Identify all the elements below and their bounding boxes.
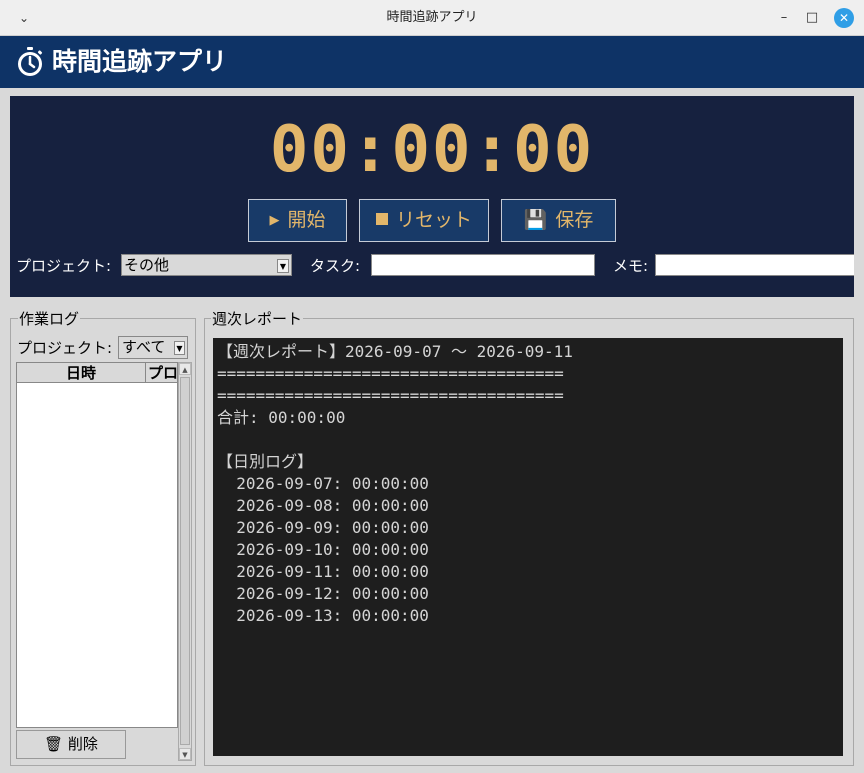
report-line: 2026-09-10: 00:00:00 (217, 540, 429, 559)
stop-icon (375, 213, 388, 225)
memo-label: メモ: (613, 257, 649, 275)
report-line: 【日別ログ】 (217, 452, 314, 471)
work-log-table[interactable]: 日時 プロ (16, 362, 178, 728)
window-titlebar: ⌄ 時間追跡アプリ – □ ✕ (0, 0, 864, 36)
chevron-down-icon[interactable]: ▼ (277, 259, 289, 273)
column-header-datetime[interactable]: 日時 (17, 363, 146, 383)
close-button[interactable]: ✕ (834, 8, 854, 28)
window-title: 時間追跡アプリ (386, 10, 478, 25)
stopwatch-icon (18, 47, 43, 76)
scroll-down-icon[interactable]: ▼ (179, 748, 191, 760)
project-label: プロジェクト: (16, 257, 112, 275)
report-line: 2026-09-08: 00:00:00 (217, 496, 429, 515)
project-select[interactable]: その他 ▼ (121, 254, 292, 276)
timer-panel: 00:00:00 ▶ 開始 リセット 💾 保存 プロジェクト: その他 ▼ タスク:… (10, 96, 854, 297)
report-line: 合計: 00:00:00 (217, 408, 346, 427)
work-log-scrollbar[interactable]: ▲ ▼ (178, 362, 192, 761)
weekly-report-text[interactable]: 【週次レポート】2026-09-07 ～ 2026-09-11 ========… (213, 338, 843, 756)
minimize-button[interactable]: – (774, 8, 794, 28)
scroll-up-icon[interactable]: ▲ (179, 363, 191, 375)
report-line: 2026-09-07: 00:00:00 (217, 474, 429, 493)
log-project-label: プロジェクト: (17, 339, 113, 357)
scrollbar-thumb[interactable] (180, 377, 190, 745)
timer-display: 00:00:00 (269, 113, 595, 187)
memo-input[interactable] (655, 254, 854, 276)
log-project-filter-value: すべて (122, 338, 166, 356)
project-select-value: その他 (124, 256, 170, 274)
app-title: 時間追跡アプリ (52, 47, 228, 76)
chevron-down-icon[interactable]: ▼ (174, 341, 185, 355)
report-line: ==================================== (217, 364, 564, 383)
report-line (217, 429, 839, 451)
report-line: ==================================== (217, 386, 564, 405)
maximize-button[interactable]: □ (802, 8, 822, 28)
save-label: 保存 (555, 209, 594, 231)
floppy-disk-icon: 💾 (523, 209, 548, 231)
delete-button[interactable]: 🗑 削除 (16, 730, 126, 759)
app-header: 時間追跡アプリ (0, 36, 864, 88)
save-button[interactable]: 💾 保存 (501, 199, 616, 242)
work-log-title: 作業ログ (18, 310, 81, 328)
start-label: 開始 (287, 209, 326, 231)
play-icon: ▶ (269, 213, 280, 228)
report-line: 2026-09-11: 00:00:00 (217, 562, 429, 581)
start-button[interactable]: ▶ 開始 (248, 199, 347, 242)
log-project-filter[interactable]: すべて ▼ (118, 336, 188, 359)
weekly-report-title: 週次レポート (211, 310, 304, 328)
reset-button[interactable]: リセット (359, 199, 489, 242)
reset-label: リセット (395, 209, 472, 231)
report-line: 2026-09-13: 00:00:00 (217, 606, 429, 625)
column-header-project[interactable]: プロ (146, 363, 177, 383)
task-label: タスク: (310, 257, 361, 275)
delete-label: 削除 (67, 735, 98, 753)
report-line: 2026-09-12: 00:00:00 (217, 584, 429, 603)
report-line: 2026-09-09: 00:00:00 (217, 518, 429, 537)
task-input[interactable] (371, 254, 595, 276)
report-line: 【週次レポート】2026-09-07 ～ 2026-09-11 (217, 342, 573, 361)
trash-icon: 🗑 (44, 735, 64, 753)
